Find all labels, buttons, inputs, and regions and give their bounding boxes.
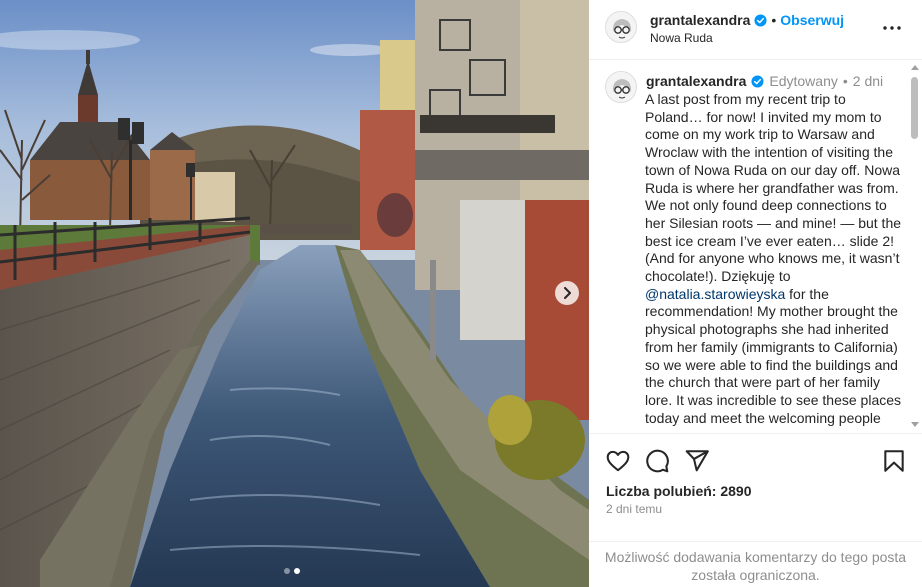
edited-label: Edytowany bbox=[769, 73, 838, 89]
post-side-panel: grantalexandra • Obserwuj Nowa Ruda gran… bbox=[589, 0, 922, 587]
avatar[interactable] bbox=[605, 11, 637, 43]
caption-username[interactable]: grantalexandra bbox=[646, 73, 746, 89]
more-options-button[interactable] bbox=[882, 18, 902, 38]
more-options-icon bbox=[883, 26, 901, 30]
scroll-down-arrow-icon[interactable] bbox=[911, 422, 919, 427]
action-bar: Liczba polubień: 2890 2 dni temu bbox=[589, 433, 922, 541]
heart-icon bbox=[606, 450, 630, 472]
caption-area: grantalexandra Edytowany • 2 dni A last … bbox=[589, 61, 922, 433]
mention-link[interactable]: @natalia.starowieyska bbox=[645, 286, 785, 302]
avatar[interactable] bbox=[605, 71, 637, 103]
avatar-sketch-icon bbox=[606, 72, 636, 102]
post-header: grantalexandra • Obserwuj Nowa Ruda bbox=[589, 0, 922, 60]
caption-text-after: for the recommendation! My mother brough… bbox=[645, 285, 902, 426]
likes-count[interactable]: Liczba polubień: 2890 bbox=[606, 483, 751, 499]
caption-text-before: A last post from my recent trip to Polan… bbox=[645, 91, 902, 285]
canal-street-image bbox=[0, 0, 589, 587]
scroll-thumb[interactable] bbox=[911, 77, 918, 139]
bookmark-icon bbox=[884, 450, 904, 472]
carousel-dot-active bbox=[294, 568, 300, 574]
comment-button[interactable] bbox=[644, 448, 670, 474]
post-photo[interactable] bbox=[0, 0, 589, 587]
share-icon bbox=[685, 450, 709, 472]
avatar-sketch-icon bbox=[606, 12, 636, 42]
like-button[interactable] bbox=[605, 448, 631, 474]
verified-badge-icon bbox=[751, 74, 764, 88]
comments-restricted-notice: Możliwość dodawania komentarzy do tego p… bbox=[589, 541, 922, 587]
header-username[interactable]: grantalexandra bbox=[650, 12, 750, 28]
next-slide-button[interactable] bbox=[555, 281, 579, 305]
caption-scrollbar[interactable] bbox=[907, 61, 922, 433]
caption-separator: • bbox=[842, 73, 848, 89]
share-button[interactable] bbox=[684, 448, 710, 474]
caption-text: A last post from my recent trip to Polan… bbox=[645, 91, 903, 427]
comment-icon bbox=[646, 449, 669, 473]
header-separator: • bbox=[771, 12, 777, 28]
chevron-right-icon bbox=[564, 287, 571, 299]
comments-restricted-text: Możliwość dodawania komentarzy do tego p… bbox=[604, 549, 907, 583]
carousel-dot bbox=[284, 568, 290, 574]
caption-age[interactable]: 2 dni bbox=[853, 73, 883, 89]
save-button[interactable] bbox=[881, 448, 907, 474]
location-link[interactable]: Nowa Ruda bbox=[650, 31, 713, 45]
carousel-dots bbox=[284, 568, 300, 574]
verified-badge-icon bbox=[754, 13, 767, 27]
follow-button[interactable]: Obserwuj bbox=[780, 12, 844, 28]
scroll-up-arrow-icon[interactable] bbox=[911, 65, 919, 70]
post-timestamp[interactable]: 2 dni temu bbox=[606, 502, 662, 516]
